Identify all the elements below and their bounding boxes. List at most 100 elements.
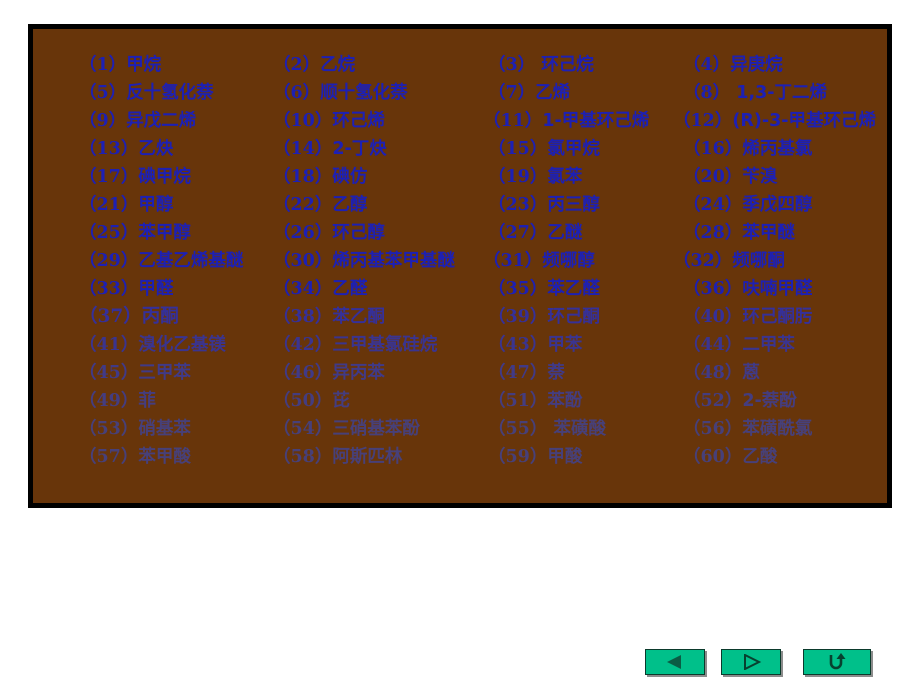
compound-index: （13） xyxy=(79,139,139,159)
compound-name: 苯乙醛 xyxy=(547,279,600,299)
compound-item: （37）丙酮 xyxy=(79,303,179,331)
compound-row: （5）反十氢化萘 （6）顺十氢化萘 （7）乙烯 （8） 1,3-丁二烯 xyxy=(33,79,887,107)
compound-name: 三甲苯 xyxy=(138,363,191,383)
compound-index: （38） xyxy=(273,307,333,327)
compound-name: 苯磺酸 xyxy=(547,419,606,439)
compound-name: 二甲苯 xyxy=(742,335,795,355)
compound-name: 三甲基氯硅烷 xyxy=(332,335,438,355)
compound-index: （41） xyxy=(79,335,139,355)
compound-index: （35） xyxy=(488,279,548,299)
compound-item: （17）碘甲烷 xyxy=(79,163,191,191)
compound-name: 环己烯 xyxy=(332,111,385,131)
compound-index: （42） xyxy=(273,335,333,355)
compound-item: （44）二甲苯 xyxy=(683,331,795,359)
compound-index: （5） xyxy=(79,83,127,103)
compound-index: （22） xyxy=(273,195,333,215)
compound-name: 异丙苯 xyxy=(332,363,385,383)
compound-index: （16） xyxy=(683,139,743,159)
compound-name: 氯苯 xyxy=(547,167,583,187)
compound-name: 阿斯匹林 xyxy=(332,447,403,467)
compound-index: （12） xyxy=(673,111,733,131)
compound-row: （25）苯甲醇 （26）环己醇 （27）乙醚 （28）苯甲醚 xyxy=(33,219,887,247)
compound-name: 苯磺酰氯 xyxy=(742,419,813,439)
triangle-right-icon xyxy=(740,654,762,670)
compound-list: （1）甲烷 （2）乙烷 （3） 环己烷 （4）异庚烷 （5）反十氢化萘 （6）顺十氢化萘（… xyxy=(33,51,887,491)
compound-index: （7） xyxy=(488,83,536,103)
compound-item: （38）苯乙酮 xyxy=(273,303,385,331)
next-slide-button[interactable] xyxy=(721,649,781,675)
compound-name: 菲 xyxy=(138,391,156,411)
compound-name: 呋喃甲醛 xyxy=(742,279,813,299)
compound-index: （24） xyxy=(683,195,743,215)
compound-index: （60） xyxy=(683,447,743,467)
compound-row: （21）甲醇 （22）乙醇 （23）丙三醇 （24）季戊四醇 xyxy=(33,191,887,219)
compound-item: （32）频哪酮 xyxy=(673,247,785,275)
compound-item: （7）乙烯 xyxy=(488,79,570,107)
compound-item: （24）季戊四醇 xyxy=(683,191,812,219)
compound-name: 顺十氢化萘 xyxy=(320,83,408,103)
compound-row: （41）溴化乙基镁 （42）三甲基氯硅烷 （43）甲苯 （44）二甲苯 xyxy=(33,331,887,359)
compound-name: 三硝基苯酚 xyxy=(332,419,420,439)
compound-name: 丙三醇 xyxy=(547,195,600,215)
compound-index: （29） xyxy=(79,251,139,271)
compound-item: （55） 苯磺酸 xyxy=(488,415,606,443)
previous-slide-button[interactable] xyxy=(645,649,705,675)
compound-name: 蒽 xyxy=(742,363,760,383)
compound-item: （22）乙醇 xyxy=(273,191,367,219)
compound-item: （47）萘 xyxy=(488,359,565,387)
compound-name: 环己酮肟 xyxy=(742,307,813,327)
compound-name: 反十氢化萘 xyxy=(126,83,214,103)
compound-index: （9） xyxy=(79,111,127,131)
compound-index: （3） xyxy=(488,55,536,75)
compound-row: （53）硝基苯 （54）三硝基苯酚 （55） 苯磺酸 （56）苯磺酰氯 xyxy=(33,415,887,443)
compound-index: （30） xyxy=(273,251,333,271)
compound-item: （14）2-丁炔 xyxy=(273,135,387,163)
compound-index: （49） xyxy=(79,391,139,411)
return-home-button[interactable] xyxy=(803,649,871,675)
compound-index: （6） xyxy=(273,83,321,103)
compound-row: （13）乙炔 （14）2-丁炔 （15）氯甲烷 （16）烯丙基氯 xyxy=(33,135,887,163)
compound-item: （29）乙基乙烯基醚 xyxy=(79,247,243,275)
compound-index: （43） xyxy=(488,335,548,355)
compound-item: （39）环己酮 xyxy=(488,303,600,331)
compound-index: （54） xyxy=(273,419,333,439)
compound-name: 苯酚 xyxy=(547,391,583,411)
compound-index: （56） xyxy=(683,419,743,439)
compound-index: （25） xyxy=(79,223,139,243)
compound-name: 芘 xyxy=(332,391,350,411)
compound-name: 烯丙基苯甲基醚 xyxy=(332,251,455,271)
compound-item: （15）氯甲烷 xyxy=(488,135,600,163)
compound-row: （37）丙酮 （38）苯乙酮 （39）环己酮 （40）环己酮肟 xyxy=(33,303,887,331)
compound-item: （40）环己酮肟 xyxy=(683,303,812,331)
compound-item: （3） 环己烷 xyxy=(488,51,594,79)
compound-name: 碘仿 xyxy=(332,167,368,187)
compound-item: （58）阿斯匹林 xyxy=(273,443,402,471)
compound-index: （59） xyxy=(488,447,548,467)
compound-name: 异戊二烯 xyxy=(126,111,197,131)
compound-name: 甲酸 xyxy=(547,447,583,467)
compound-item: （28）苯甲醚 xyxy=(683,219,795,247)
compound-index: （28） xyxy=(683,223,743,243)
compound-item: （6）顺十氢化萘 xyxy=(273,79,408,107)
compound-row: （29）乙基乙烯基醚 （30）烯丙基苯甲基醚 （31）频哪醇 （32）频哪酮 xyxy=(33,247,887,275)
compound-row: （17）碘甲烷 （18）碘仿 （19）氯苯 （20）苄溴 xyxy=(33,163,887,191)
compound-item: （26）环己醇 xyxy=(273,219,385,247)
compound-name: 苯甲酸 xyxy=(138,447,191,467)
compound-name: 1,3-丁二烯 xyxy=(730,83,828,103)
compound-index: （51） xyxy=(488,391,548,411)
compound-item: （43）甲苯 xyxy=(488,331,582,359)
compound-index: （26） xyxy=(273,223,333,243)
compound-name: 环己醇 xyxy=(332,223,385,243)
compound-index: （21） xyxy=(79,195,139,215)
compound-item: （2）乙烷 xyxy=(273,51,355,79)
compound-index: （45） xyxy=(79,363,139,383)
compound-index: （33） xyxy=(79,279,139,299)
compound-index: （34） xyxy=(273,279,333,299)
compound-name: 乙醇 xyxy=(332,195,368,215)
u-turn-arrow-icon xyxy=(826,652,848,672)
compound-item: （46）异丙苯 xyxy=(273,359,385,387)
compound-name: 苯乙酮 xyxy=(332,307,385,327)
compound-item: （52）2-萘酚 xyxy=(683,387,797,415)
compound-item: （41）溴化乙基镁 xyxy=(79,331,226,359)
compound-item: （13）乙炔 xyxy=(79,135,173,163)
